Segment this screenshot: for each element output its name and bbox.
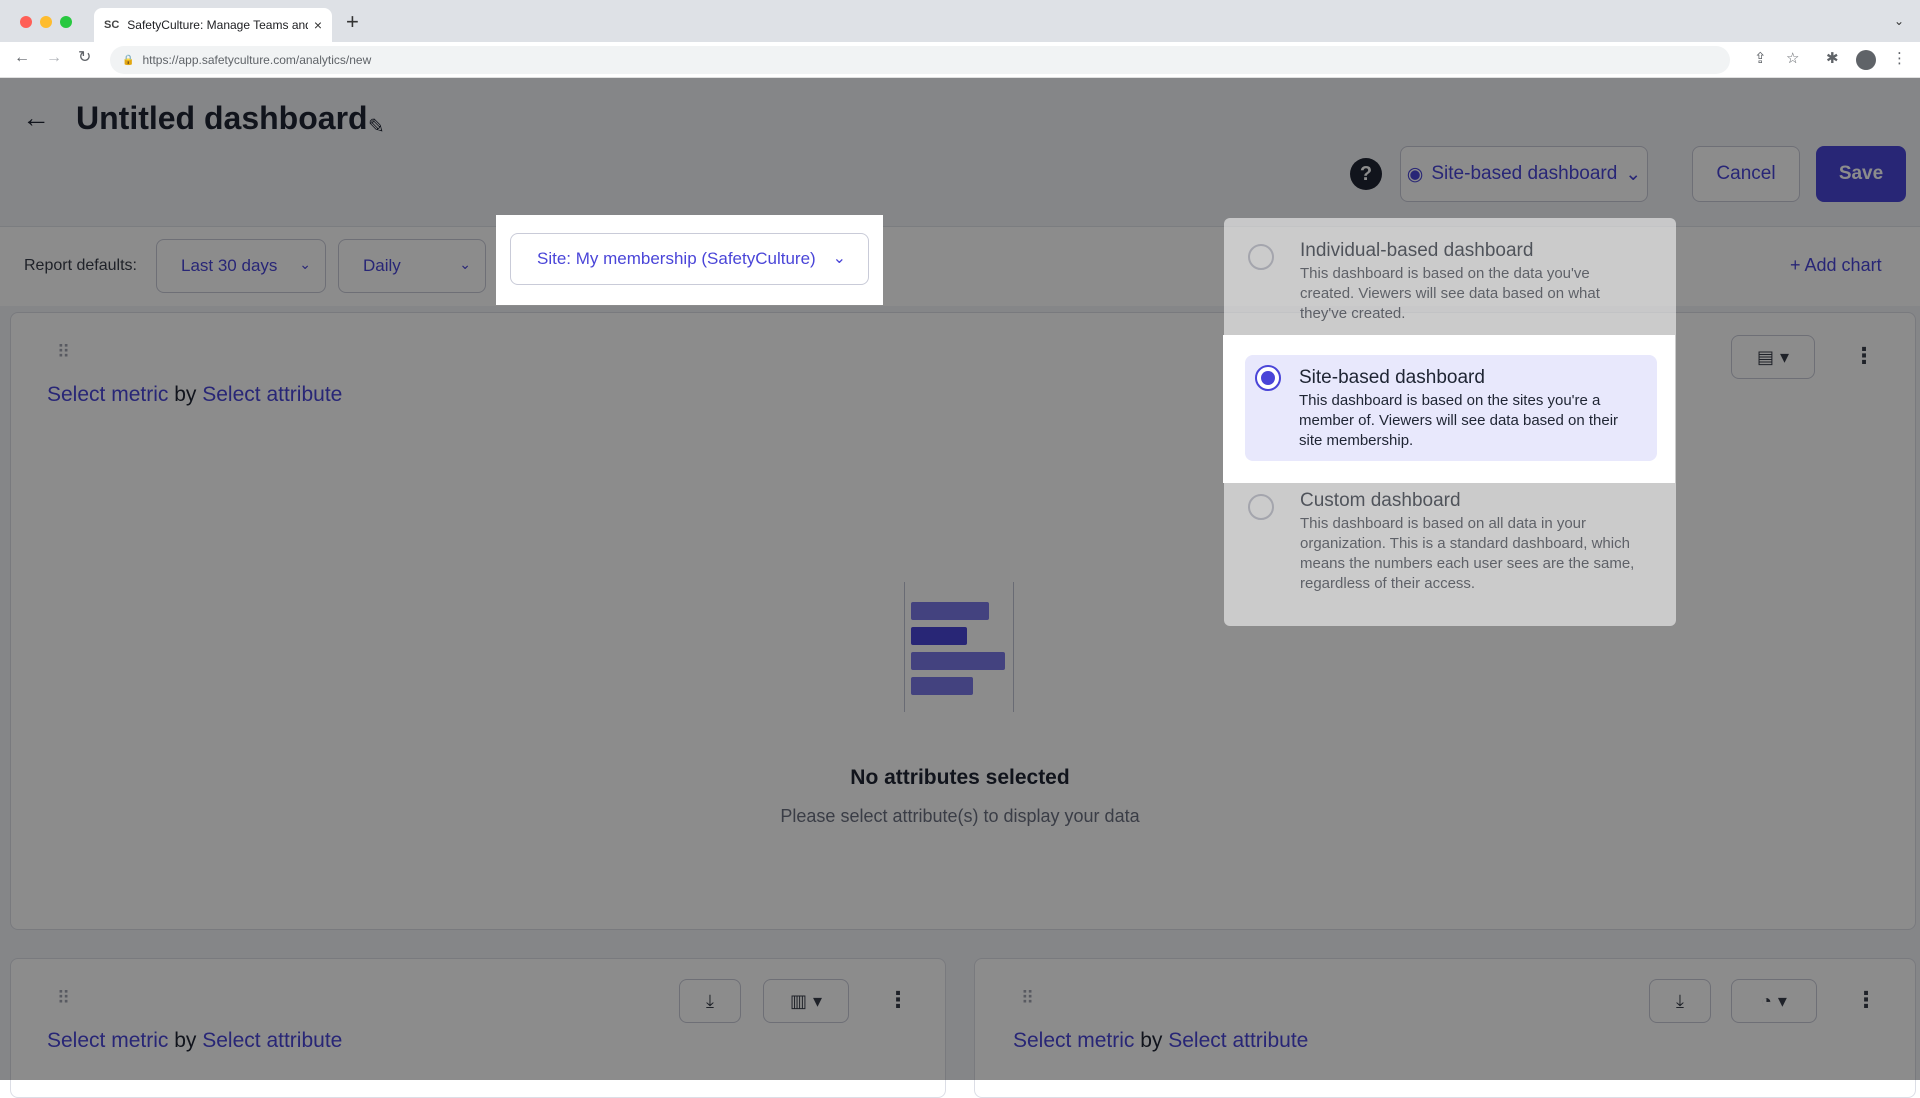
profile-avatar-icon[interactable] — [1856, 50, 1876, 70]
radio-unchecked-icon[interactable] — [1248, 244, 1274, 270]
back-nav-icon[interactable]: ← — [14, 50, 30, 66]
option-description: This dashboard is based on all data in y… — [1300, 515, 1635, 592]
option-description: This dashboard is based on the data you'… — [1300, 265, 1600, 322]
extensions-icon[interactable]: ✱ — [1826, 51, 1839, 66]
selected-option-highlight: Site-based dashboard This dashboard is b… — [1223, 335, 1675, 483]
site-filter-value: Site: My membership (SafetyCulture) — [537, 249, 816, 268]
option-description: This dashboard is based on the sites you… — [1299, 392, 1619, 449]
site-filter-highlight: Site: My membership (SafetyCulture) ⌄ — [496, 215, 883, 305]
lock-icon: 🔒 — [122, 54, 135, 66]
reload-icon[interactable]: ↻ — [78, 50, 91, 66]
radio-dot — [1261, 371, 1275, 385]
url-text: https://app.safetyculture.com/analytics/… — [142, 53, 372, 67]
close-tab-icon[interactable]: × — [314, 17, 322, 33]
browser-menu-icon[interactable]: ⋮ — [1892, 51, 1907, 66]
tab-search-icon[interactable]: ⌄ — [1894, 14, 1904, 28]
option-title: Site-based dashboard — [1299, 367, 1485, 388]
radio-checked-icon[interactable] — [1255, 365, 1281, 391]
option-title: Custom dashboard — [1300, 490, 1461, 511]
radio-unchecked-icon[interactable] — [1248, 494, 1274, 520]
tab-title: SafetyCulture: Manage Teams and ... — [127, 18, 308, 32]
close-window-button[interactable] — [20, 16, 32, 28]
maximize-window-button[interactable] — [60, 16, 72, 28]
minimize-window-button[interactable] — [40, 16, 52, 28]
site-filter-select[interactable]: Site: My membership (SafetyCulture) ⌄ — [510, 233, 869, 285]
forward-nav-icon[interactable]: → — [46, 50, 62, 66]
address-bar[interactable]: 🔒 https://app.safetyculture.com/analytic… — [110, 46, 1730, 74]
new-tab-icon[interactable]: + — [346, 11, 359, 33]
option-title: Individual-based dashboard — [1300, 240, 1534, 261]
share-icon[interactable]: ⇪ — [1754, 51, 1767, 66]
favicon-icon: SC — [104, 19, 120, 31]
chevron-down-icon: ⌄ — [832, 250, 846, 267]
bookmark-star-icon[interactable]: ☆ — [1786, 51, 1799, 66]
menu-option-site-based[interactable]: Site-based dashboard This dashboard is b… — [1245, 355, 1657, 461]
browser-toolbar: ← → ↻ 🔒 https://app.safetyculture.com/an… — [0, 42, 1920, 78]
browser-tab[interactable]: SC SafetyCulture: Manage Teams and ... × — [94, 8, 332, 42]
browser-tab-bar: SC SafetyCulture: Manage Teams and ... ×… — [0, 0, 1920, 42]
